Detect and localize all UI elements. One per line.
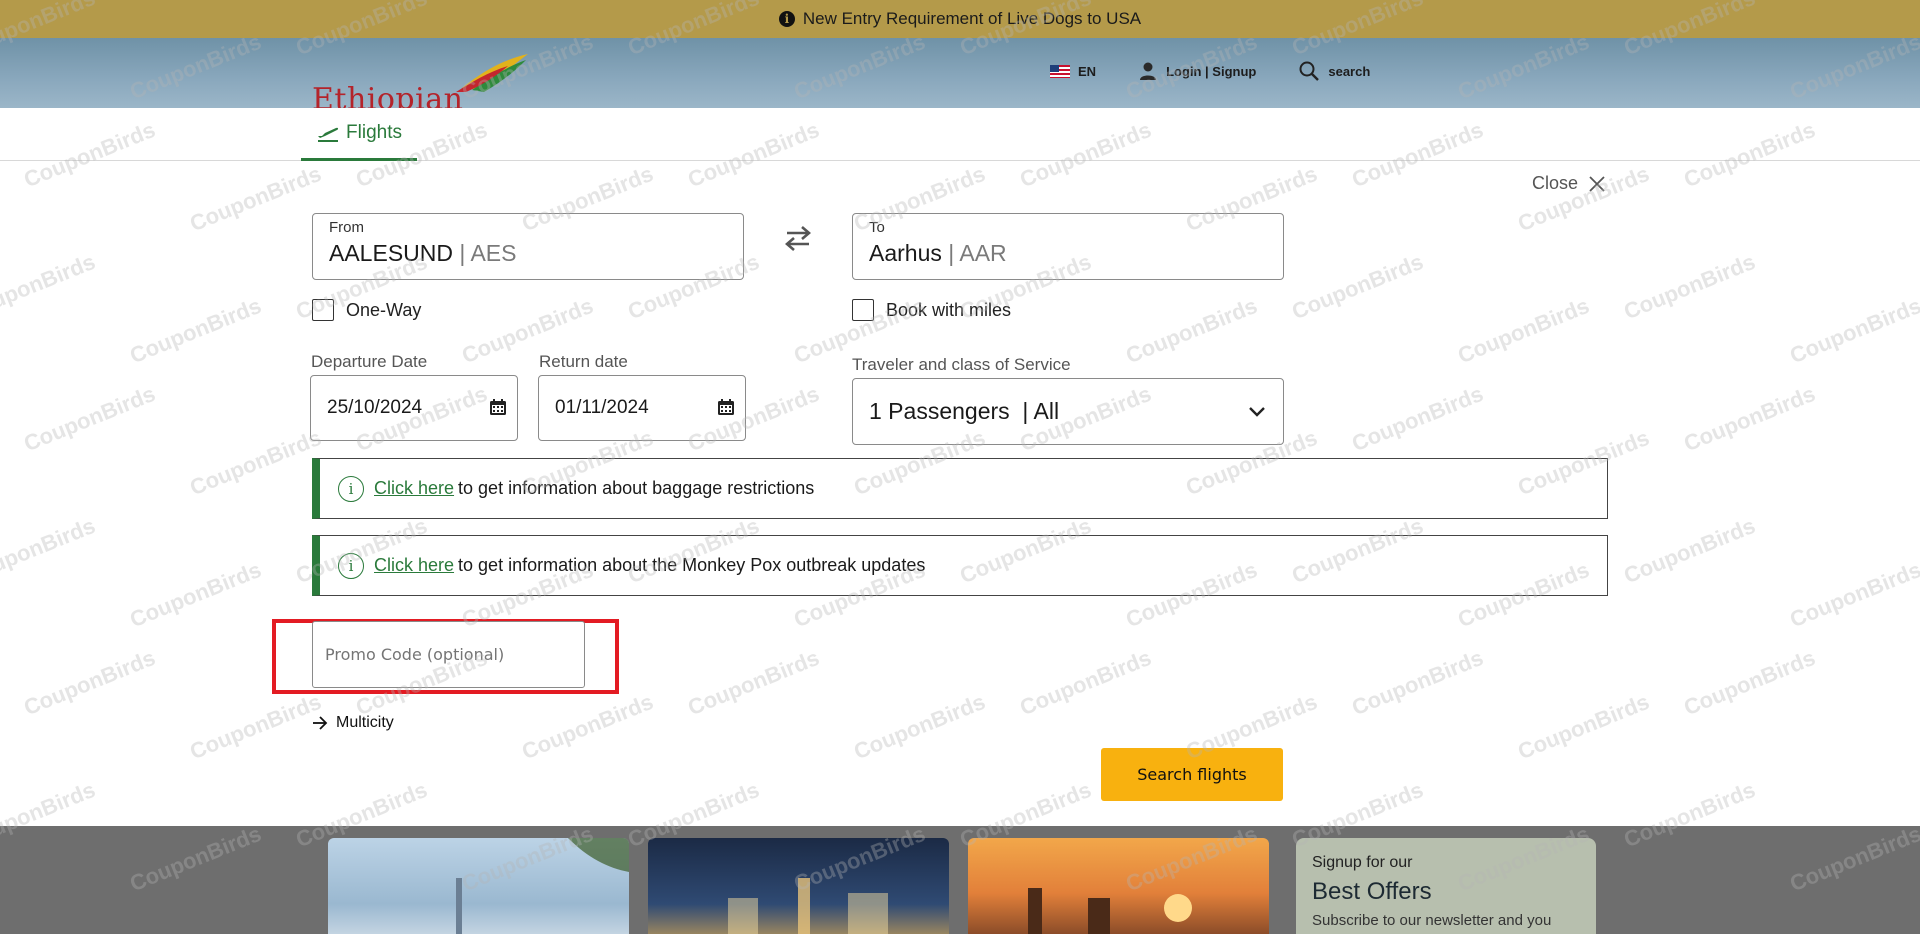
to-value: Aarhus | AAR xyxy=(869,240,1007,267)
header-search[interactable]: search xyxy=(1298,60,1370,82)
plane-takeoff-icon xyxy=(318,127,339,142)
arrow-right-icon xyxy=(313,716,328,730)
monkeypox-click-here-link[interactable]: Click here xyxy=(374,555,454,576)
close-button[interactable]: Close xyxy=(1532,173,1606,194)
from-value: AALESUND | AES xyxy=(329,240,517,267)
booking-panel: Close From AALESUND | AES To Aarhus | AA… xyxy=(0,161,1920,826)
language-selector[interactable]: EN xyxy=(1050,64,1096,79)
logo-text: Ethiopian xyxy=(312,82,464,108)
multicity-label: Multicity xyxy=(336,714,394,731)
login-signup-link[interactable]: Login | Signup xyxy=(1138,61,1256,81)
swap-button[interactable] xyxy=(783,224,813,251)
announcement-text[interactable]: New Entry Requirement of Live Dogs to US… xyxy=(803,9,1141,29)
one-way-checkbox[interactable] xyxy=(312,299,334,321)
search-icon xyxy=(1299,61,1320,81)
traveler-class-label: Traveler and class of Service xyxy=(852,355,1071,374)
info-icon: i xyxy=(778,11,795,27)
close-icon xyxy=(1589,175,1605,192)
info-circle-icon: i xyxy=(338,475,364,502)
close-label: Close xyxy=(1532,173,1579,193)
login-label: Login | Signup xyxy=(1166,63,1257,79)
to-field[interactable]: To Aarhus | AAR xyxy=(852,213,1284,280)
from-field[interactable]: From AALESUND | AES xyxy=(312,213,744,280)
book-with-miles-label: Book with miles xyxy=(886,299,1012,320)
departure-date-field[interactable]: 25/10/2024 xyxy=(310,375,518,441)
night-city-image-icon xyxy=(728,878,888,934)
book-with-miles-checkbox[interactable] xyxy=(852,299,874,321)
info-circle-icon: i xyxy=(338,552,364,579)
signup-subtitle: Signup for our xyxy=(1312,854,1413,871)
signup-title: Best Offers xyxy=(1312,878,1432,905)
baggage-notice: i Click here to get information about ba… xyxy=(312,458,1608,519)
header-right: EN Login | Signup search xyxy=(1050,60,1412,82)
destination-image[interactable] xyxy=(648,838,949,934)
search-flights-button[interactable]: Search flights xyxy=(1101,748,1283,801)
us-flag-icon xyxy=(1050,64,1070,78)
destination-image[interactable] xyxy=(328,838,629,934)
multicity-link[interactable]: Multicity xyxy=(312,714,394,732)
chevron-down-icon xyxy=(1249,407,1265,417)
from-label: From xyxy=(329,219,364,236)
departure-date-value: 25/10/2024 xyxy=(327,397,423,418)
departure-date-label: Departure Date xyxy=(311,352,428,371)
promo-code-input[interactable] xyxy=(312,621,585,688)
traveler-class-value: 1 Passengers | All xyxy=(869,398,1060,424)
from-city: AALESUND xyxy=(329,240,453,266)
search-label: search xyxy=(1328,63,1371,79)
site-header: Ethiopian EN Login | Signup search xyxy=(0,38,1920,108)
one-way-label: One-Way xyxy=(346,299,422,320)
calendar-icon xyxy=(718,399,734,415)
one-way-option[interactable]: One-Way xyxy=(312,299,421,321)
ethiopian-logo[interactable]: Ethiopian xyxy=(312,52,532,108)
swap-arrows-icon xyxy=(785,226,811,251)
to-label: To xyxy=(869,219,885,236)
return-date-field[interactable]: 01/11/2024 xyxy=(538,375,746,441)
from-code: | AES xyxy=(459,240,517,266)
baggage-notice-text: to get information about baggage restric… xyxy=(458,478,815,498)
book-with-miles-option[interactable]: Book with miles xyxy=(852,299,1011,321)
to-code: | AAR xyxy=(948,240,1007,266)
newsletter-signup-card[interactable]: Signup for our Best Offers Subscribe to … xyxy=(1296,838,1596,934)
user-icon xyxy=(1140,62,1157,80)
to-city: Aarhus xyxy=(869,240,942,266)
return-date-label: Return date xyxy=(539,352,628,371)
palm-city-image-icon xyxy=(456,838,629,934)
calendar-icon xyxy=(490,399,506,415)
signup-text: Subscribe to our newsletter and you xyxy=(1312,912,1552,929)
destination-image[interactable] xyxy=(968,838,1269,934)
monkeypox-notice-text: to get information about the Monkey Pox … xyxy=(458,555,926,575)
announcement-bar[interactable]: i New Entry Requirement of Live Dogs to … xyxy=(0,0,1920,38)
booking-tabs: Flights xyxy=(0,108,1920,161)
return-date-value: 01/11/2024 xyxy=(555,397,649,418)
tab-flights[interactable]: Flights xyxy=(301,108,417,161)
baggage-click-here-link[interactable]: Click here xyxy=(374,478,454,499)
language-label: EN xyxy=(1078,63,1097,79)
monkeypox-notice: i Click here to get information about th… xyxy=(312,535,1608,596)
traveler-class-select[interactable]: 1 Passengers | All xyxy=(852,378,1284,445)
tab-flights-label: Flights xyxy=(346,122,402,143)
sunset-city-image-icon xyxy=(1028,888,1192,934)
promo-footer: Signup for our Best Offers Subscribe to … xyxy=(0,826,1920,934)
